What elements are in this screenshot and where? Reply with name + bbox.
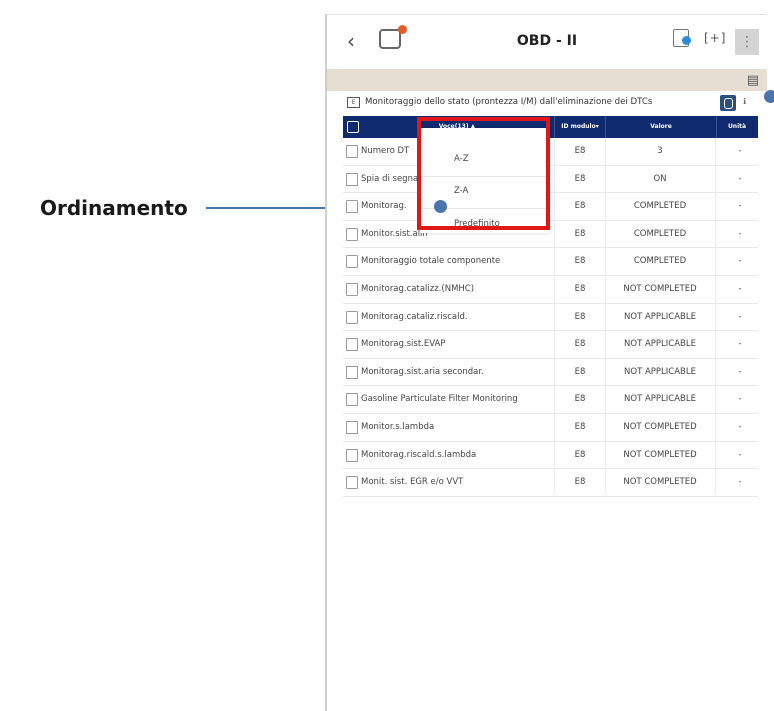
cell-unit: - [738,256,742,267]
cell-unit: - [738,228,742,239]
toolbar-strip: ▤ [327,69,767,91]
cell-module-id: E8 [574,146,586,156]
cell-unit: - [738,201,742,212]
cell-module-id: E8 [574,283,586,294]
cell-module-id: E8 [574,173,586,184]
table-row[interactable]: Monitorag.cataliz.riscald. E8 NOT APPLICAB… [343,304,758,332]
capture-icon[interactable]: [+] [704,31,726,45]
table-row[interactable]: Numero DT E8 3- [343,138,758,166]
row-checkbox[interactable] [346,145,358,158]
cell-name: Monitorag.catalizz.(NMHC) [361,283,475,294]
row-checkbox[interactable] [346,420,358,434]
cell-value: ON [653,173,667,184]
filter-icon[interactable] [720,95,736,111]
cell-value: NOT APPLICABLE [624,339,696,350]
cell-module-id: E8 [574,449,586,460]
row-checkbox[interactable] [346,200,358,214]
cell-name: Monitorag.sist.aria secondar. [361,366,484,377]
cell-value: COMPLETED [633,256,687,267]
section-header: E Monitoraggio dello stato (prontezza I/… [327,93,767,115]
cell-module-id: E8 [574,311,586,322]
cell-unit: - [738,339,742,350]
cell-unit: - [738,421,742,432]
row-checkbox[interactable] [346,393,358,407]
cell-unit: - [738,394,742,405]
cell-module-id: E8 [574,228,586,239]
cell-unit: - [738,146,742,156]
column-header-id[interactable]: ID modulo▾ [555,116,605,138]
table-row[interactable]: Monitorag.sist.aria secondar. E8 NOT APPLI… [343,359,758,387]
cell-module-id: E8 [574,256,586,267]
table-header: Voce(13) ▲ ID modulo▾ Valore Unità [343,116,758,138]
table-row[interactable]: Spia di segnalaz E8 ON - [343,166,758,194]
row-checkbox[interactable] [346,310,358,324]
table-row[interactable]: Gasoline Particulate Filter Monitoring E8… [343,386,758,414]
select-all-checkbox[interactable] [347,121,359,133]
cell-name: Monitorag.sist.EVAP [361,339,446,350]
table-row[interactable]: Monitorag. E8 COMPLETED - [343,193,758,221]
row-checkbox[interactable] [346,448,358,462]
highlight-box [417,117,550,230]
cell-unit: - [738,311,742,322]
cell-value: NOT COMPLETED [623,477,697,488]
cell-name: Gasoline Particulate Filter Monitoring [361,394,518,405]
row-checkbox[interactable] [346,172,358,186]
cell-value: NOT COMPLETED [623,421,697,432]
cell-unit: - [738,477,742,488]
table-body: Numero DT E8 3- Spia di segnalaz E8 ON - Monito… [343,138,758,497]
row-checkbox[interactable] [346,476,358,490]
cell-name: Monitoraggio totale componente [361,256,501,267]
table-row[interactable]: Monitorag.riscald.s.lambda E8 NOT COMPLETE… [343,442,758,470]
cell-value: NOT COMPLETED [623,449,697,460]
table-row[interactable]: Monitor.s.lambda E8 NOT COMPLETED - [343,414,758,442]
cell-name: Monit. sist. EGR e/o VVT [361,477,464,488]
row-checkbox[interactable] [346,282,358,296]
column-header-value[interactable]: Valore [606,116,716,138]
row-checkbox[interactable] [346,227,358,241]
table-row[interactable]: Monitoraggio totale componente E8 COMPLETE… [343,248,758,276]
cell-module-id: E8 [574,339,586,350]
car-icon[interactable]: ▤ [747,73,759,88]
cell-value: NOT APPLICABLE [624,311,696,322]
cell-unit: - [738,366,742,377]
callout-dot [434,200,447,213]
cell-value: 3 [657,146,663,156]
cell-module-id: E8 [574,201,586,212]
table-row[interactable]: Monit. sist. EGR e/o VVT E8 NOT COMPLETED - [343,469,758,497]
row-checkbox[interactable] [346,365,358,379]
callout-label: Ordinamento [40,196,188,220]
table-row[interactable]: Monitor.sist.alin E8 COMPLETED - [343,221,758,249]
cell-unit: - [738,173,742,184]
column-header-unit[interactable]: Unità [717,116,757,138]
info-icon[interactable]: ℹ [743,97,746,106]
table-row[interactable]: Monitorag.catalizz.(NMHC) E8 NOT COMPLETED… [343,276,758,304]
cell-name: Monitorag.cataliz.riscald. [361,311,468,322]
cell-value: NOT COMPLETED [623,283,697,294]
menu-icon[interactable]: ⋮ [735,29,759,55]
top-bar: ‹ OBD - II [+] ⋮ [327,15,767,69]
row-checkbox[interactable] [346,255,358,269]
app-title: OBD - II [516,33,578,49]
section-icon: E [347,97,360,108]
cell-module-id: E8 [574,394,586,405]
row-checkbox[interactable] [346,338,358,352]
cell-name: Monitorag.riscald.s.lambda [361,449,477,460]
table-row[interactable]: Monitorag.sist.EVAP E8 NOT APPLICABLE - [343,331,758,359]
cell-value: COMPLETED [633,201,687,212]
cell-module-id: E8 [574,477,586,488]
cell-name: Monitor.s.lambda [361,421,435,432]
section-title: Monitoraggio dello stato (prontezza I/M)… [365,97,653,107]
cell-value: NOT APPLICABLE [624,366,696,377]
cell-unit: - [738,449,742,460]
battery-icon[interactable] [673,29,691,47]
indicator-dot [764,90,774,103]
cell-module-id: E8 [574,366,586,377]
cell-value: NOT APPLICABLE [624,394,696,405]
cell-unit: - [738,283,742,294]
cell-value: COMPLETED [633,228,687,239]
cell-module-id: E8 [574,421,586,432]
